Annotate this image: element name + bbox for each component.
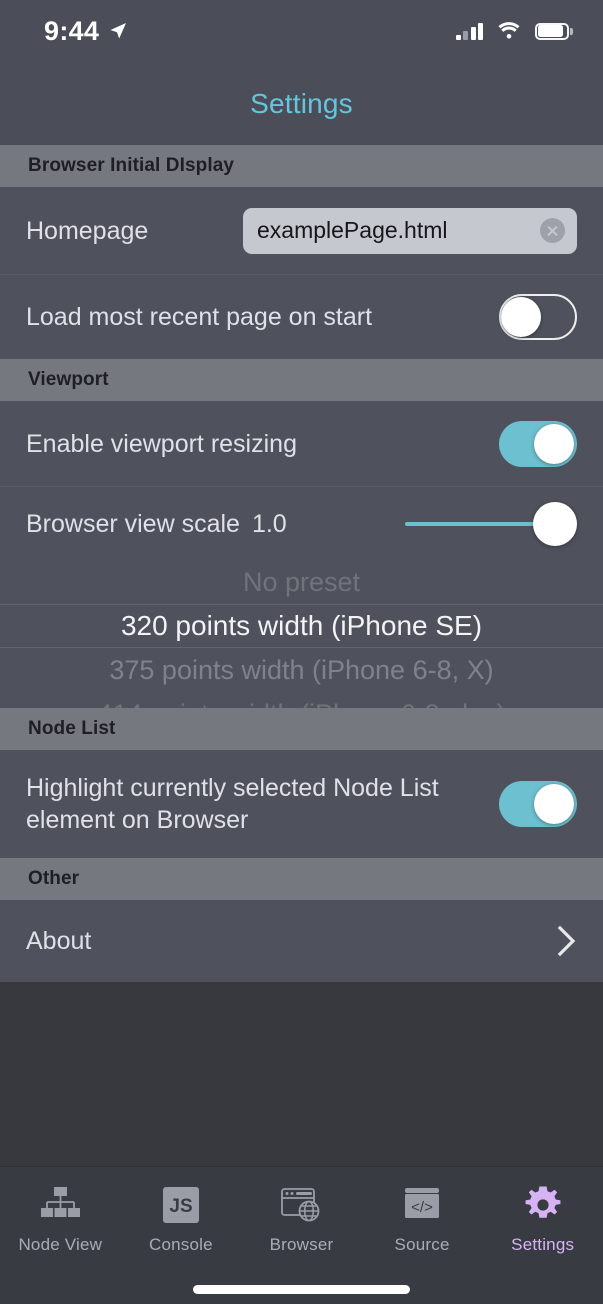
code-window-icon: </>	[402, 1181, 442, 1229]
location-arrow-icon	[110, 23, 127, 39]
tab-label: Console	[149, 1235, 213, 1254]
cellular-signal-icon	[455, 22, 483, 40]
empty-area	[0, 982, 603, 1166]
highlight-selected-node-toggle[interactable]	[499, 781, 577, 827]
row-highlight-selected-node: Highlight currently selected Node List e…	[0, 750, 603, 858]
homepage-input[interactable]: examplePage.html	[243, 207, 577, 254]
tab-label: Source	[394, 1235, 450, 1254]
navigation-bar: Settings	[0, 62, 603, 145]
tab-console[interactable]: JS Console	[121, 1181, 242, 1255]
row-browser-view-scale: Browser view scale 1.0	[0, 486, 603, 560]
node-tree-icon	[38, 1181, 82, 1229]
homepage-label: Homepage	[26, 216, 149, 245]
status-bar-right	[455, 21, 573, 41]
battery-icon	[535, 22, 573, 40]
status-bar: 9:44	[0, 0, 603, 62]
clear-circle-icon[interactable]	[540, 218, 565, 243]
picker-item[interactable]: 375 points width (iPhone 6-8, X)	[0, 648, 603, 692]
picker-item[interactable]: No preset	[0, 560, 603, 604]
browser-view-scale-value: 1.0	[251, 509, 287, 538]
tab-label: Settings	[511, 1235, 575, 1254]
load-most-recent-label: Load most recent page on start	[26, 303, 373, 331]
row-homepage: Homepage examplePage.html	[0, 187, 603, 274]
toggle-knob	[534, 423, 574, 464]
svg-text:</>: </>	[411, 1199, 433, 1216]
row-load-most-recent-page: Load most recent page on start	[0, 274, 603, 359]
load-most-recent-toggle[interactable]	[499, 294, 577, 340]
tab-node-view[interactable]: Node View	[0, 1181, 121, 1255]
gear-icon	[522, 1181, 564, 1229]
tab-source[interactable]: </> Source	[362, 1181, 483, 1255]
enable-viewport-resizing-label: Enable viewport resizing	[26, 429, 297, 458]
js-badge-icon: JS	[161, 1181, 201, 1229]
status-bar-left: 9:44	[44, 16, 128, 47]
tab-bar: Node View JS Console Browser </> Source …	[0, 1166, 603, 1304]
browser-view-scale-text: Browser view scale	[26, 509, 240, 538]
chevron-right-icon	[557, 925, 576, 957]
section-header-viewport: Viewport	[0, 359, 603, 401]
slider-thumb[interactable]	[533, 501, 577, 546]
tab-label: Browser	[269, 1235, 334, 1254]
home-indicator[interactable]	[193, 1285, 410, 1294]
enable-viewport-resizing-toggle[interactable]	[499, 420, 577, 467]
toggle-knob	[534, 784, 574, 824]
picker-item-selected[interactable]: 320 points width (iPhone SE)	[0, 604, 603, 648]
section-header-other: Other	[0, 858, 603, 900]
browser-globe-icon	[279, 1181, 323, 1229]
settings-list: Browser Initial DIsplay Homepage example…	[0, 145, 603, 982]
svg-text:JS: JS	[169, 1196, 192, 1217]
tab-browser[interactable]: Browser	[241, 1181, 362, 1255]
settings-screen: 9:44 Settings Browser Initial DIsplay Ho…	[0, 0, 603, 1304]
homepage-input-value: examplePage.html	[257, 217, 448, 243]
section-header-node-list: Node List	[0, 708, 603, 750]
highlight-selected-node-label: Highlight currently selected Node List e…	[26, 774, 439, 834]
picker-item[interactable]: 414 points width (iPhone 6-8 plus)	[0, 692, 603, 709]
viewport-preset-picker[interactable]: No preset 320 points width (iPhone SE) 3…	[0, 560, 603, 708]
tab-settings[interactable]: Settings	[482, 1181, 603, 1255]
page-title: Settings	[250, 87, 353, 119]
row-enable-viewport-resizing: Enable viewport resizing	[0, 401, 603, 486]
tab-label: Node View	[18, 1235, 103, 1254]
section-header-browser-initial-display: Browser Initial DIsplay	[0, 145, 603, 187]
browser-view-scale-slider[interactable]	[405, 501, 577, 547]
status-time: 9:44	[44, 15, 100, 46]
wifi-icon	[498, 22, 520, 39]
row-about[interactable]: About	[0, 900, 603, 982]
about-label: About	[26, 927, 92, 955]
toggle-knob	[501, 296, 541, 337]
home-indicator-area	[0, 1285, 603, 1294]
browser-view-scale-label: Browser view scale 1.0	[26, 508, 405, 540]
